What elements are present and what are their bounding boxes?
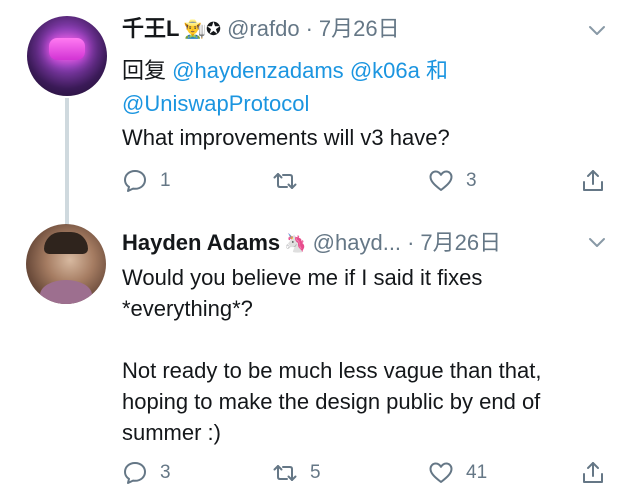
like-count: 41 xyxy=(466,462,488,483)
reply-count: 1 xyxy=(160,170,171,191)
heart-outline-icon xyxy=(429,170,453,191)
tweet[interactable]: Hayden Adams 🦄 @hayd... · 7月26日 Would you b… xyxy=(0,214,636,502)
mention-link[interactable]: @haydenzadams xyxy=(172,58,344,83)
mention-link[interactable]: @k06a xyxy=(350,58,420,83)
retweet-arrows-icon xyxy=(273,465,297,481)
retweet-count: 5 xyxy=(310,462,321,483)
tweet-text: Would you believe me if I said it fixes … xyxy=(122,265,542,445)
like-button[interactable]: 41 xyxy=(428,458,487,488)
reply-joiner: 和 xyxy=(425,58,448,83)
chevron-down-icon[interactable] xyxy=(588,234,606,252)
speech-bubble-icon xyxy=(124,462,146,484)
mention-link[interactable]: @UniswapProtocol xyxy=(122,91,309,116)
separator-dot: · xyxy=(305,16,313,41)
share-button[interactable] xyxy=(580,458,606,488)
avatar[interactable] xyxy=(26,224,106,304)
tweet-date[interactable]: 7月26日 xyxy=(420,230,501,255)
reply-button[interactable]: 1 xyxy=(122,166,171,196)
action-bar: 3 5 41 xyxy=(122,458,616,488)
tweet[interactable]: 千王L 👨‍🌾✪ @rafdo · 7月26日 回复 @haydenzadams @k… xyxy=(0,0,636,214)
share-button[interactable] xyxy=(580,166,606,196)
thread-connector-line xyxy=(65,98,69,214)
heart-outline-icon xyxy=(429,462,453,483)
retweet-button[interactable] xyxy=(272,166,310,196)
separator-dot: · xyxy=(407,230,415,255)
reply-count: 3 xyxy=(160,462,171,483)
tweet-header: 千王L 👨‍🌾✪ @rafdo · 7月26日 xyxy=(122,14,596,44)
display-name[interactable]: Hayden Adams xyxy=(122,230,280,255)
reply-context: 回复 @haydenzadams @k06a 和 @UniswapProtoco… xyxy=(122,54,596,120)
name-emoji: 👨‍🌾✪ xyxy=(183,19,221,39)
tweet-header: Hayden Adams 🦄 @hayd... · 7月26日 xyxy=(122,228,596,258)
tweet-date[interactable]: 7月26日 xyxy=(319,16,400,41)
share-arrow-up-icon xyxy=(583,462,603,483)
reply-button[interactable]: 3 xyxy=(122,458,171,488)
like-count: 3 xyxy=(466,170,477,191)
user-handle[interactable]: @rafdo xyxy=(227,16,299,41)
display-name[interactable]: 千王L xyxy=(122,16,179,41)
avatar[interactable] xyxy=(27,16,107,96)
tweet-text: What improvements will v3 have? xyxy=(122,125,450,150)
retweet-button[interactable]: 5 xyxy=(272,458,321,488)
unicorn-emoji: 🦄 xyxy=(284,233,307,253)
share-arrow-up-icon xyxy=(583,170,603,191)
action-bar: 1 3 xyxy=(122,166,616,196)
user-handle[interactable]: @hayd... xyxy=(313,230,401,255)
retweet-arrows-icon xyxy=(273,173,297,189)
reply-prefix: 回复 xyxy=(122,58,167,83)
like-button[interactable]: 3 xyxy=(428,166,477,196)
speech-bubble-icon xyxy=(124,170,146,192)
chevron-down-icon[interactable] xyxy=(588,22,606,40)
